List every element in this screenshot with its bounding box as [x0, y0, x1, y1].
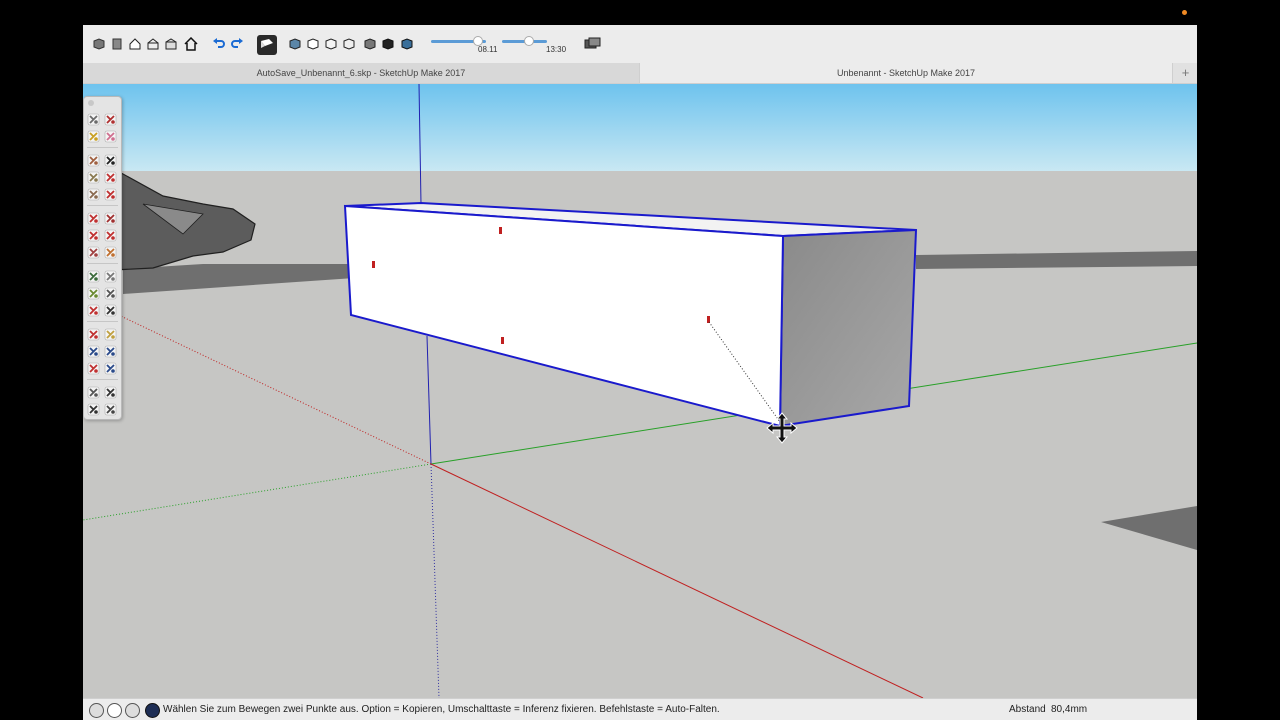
offset-icon[interactable] — [104, 246, 117, 259]
palette-separator — [87, 263, 118, 264]
undo-icon[interactable] — [212, 37, 226, 51]
shadow-time-label: 13:30 — [546, 45, 567, 54]
house-2-icon[interactable] — [146, 37, 160, 51]
freehand-icon[interactable] — [104, 188, 117, 201]
tab-autosave[interactable]: AutoSave_Unbenannt_6.skp - SketchUp Make… — [83, 63, 640, 83]
components-icon[interactable] — [92, 37, 106, 51]
tape-measure-icon[interactable] — [87, 270, 100, 283]
scene[interactable] — [83, 84, 1197, 698]
tab-unbenannt[interactable]: Unbenannt - SketchUp Make 2017 — [640, 63, 1172, 83]
push-pull-icon[interactable] — [104, 212, 117, 225]
position-camera-icon[interactable] — [87, 386, 100, 399]
section-plane-icon[interactable] — [104, 403, 117, 416]
move-icon[interactable] — [87, 212, 100, 225]
inference-marker — [499, 227, 502, 234]
shadow-time-knob[interactable] — [524, 36, 534, 46]
shadow-date-label: 08.11 — [478, 45, 498, 54]
axes-icon[interactable] — [87, 304, 100, 317]
follow-me-icon[interactable] — [104, 229, 117, 242]
redo-icon[interactable] — [230, 37, 244, 51]
shadows-toggle-icon[interactable] — [584, 37, 602, 51]
document-tabs: AutoSave_Unbenannt_6.skp - SketchUp Make… — [83, 63, 1197, 84]
left-view-icon[interactable] — [381, 37, 395, 51]
status-message: Wählen Sie zum Bewegen zwei Punkte aus. … — [163, 704, 720, 715]
zoom-icon[interactable] — [87, 345, 100, 358]
home-icon[interactable] — [184, 37, 198, 51]
line-icon[interactable] — [104, 154, 117, 167]
inference-marker — [501, 337, 504, 344]
3d-text-icon[interactable] — [104, 304, 117, 317]
inference-marker — [372, 261, 375, 268]
protractor-icon[interactable] — [87, 287, 100, 300]
zoom-extents-icon[interactable] — [87, 362, 100, 375]
dimension-icon[interactable] — [104, 270, 117, 283]
measurement-input[interactable]: 80,4mm — [1051, 704, 1087, 715]
rectangle-icon[interactable] — [87, 154, 100, 167]
house-3-icon[interactable] — [164, 37, 178, 51]
arc-icon[interactable] — [104, 171, 117, 184]
iso-view-icon[interactable] — [288, 37, 302, 51]
notification-dot — [1182, 10, 1187, 15]
palette-separator — [87, 321, 118, 322]
sketchup-window: 08.11 13:30 AutoSave_Unbenannt_6.skp - S… — [83, 25, 1197, 720]
orbit-icon[interactable] — [87, 328, 100, 341]
instructor-icon[interactable] — [145, 703, 160, 718]
front-view-icon[interactable] — [324, 37, 338, 51]
sky — [83, 84, 1197, 171]
tool-palette — [83, 96, 122, 420]
top-view-icon[interactable] — [306, 37, 320, 51]
select-icon[interactable] — [87, 113, 100, 126]
eraser-icon[interactable] — [104, 130, 117, 143]
style-icon[interactable] — [257, 35, 277, 55]
make-component-icon[interactable] — [104, 113, 117, 126]
house-icon[interactable] — [128, 37, 142, 51]
back-view-icon[interactable] — [363, 37, 377, 51]
new-tab-button[interactable]: + — [1172, 63, 1197, 83]
bottom-view-icon[interactable] — [400, 37, 414, 51]
look-around-icon[interactable] — [87, 403, 100, 416]
box-side-face[interactable] — [778, 228, 918, 428]
paint-bucket-icon[interactable] — [87, 130, 100, 143]
geo-location-icon[interactable] — [89, 703, 104, 718]
zoom-window-icon[interactable] — [104, 345, 117, 358]
main-toolbar: 08.11 13:30 — [83, 25, 1197, 64]
polygon-icon[interactable] — [87, 188, 100, 201]
palette-separator — [87, 147, 118, 148]
materials-icon[interactable] — [110, 37, 124, 51]
user-icon[interactable] — [125, 703, 140, 718]
credits-icon[interactable] — [107, 703, 122, 718]
text-icon[interactable] — [104, 287, 117, 300]
palette-separator — [87, 205, 118, 206]
circle-icon[interactable] — [87, 171, 100, 184]
right-view-icon[interactable] — [342, 37, 356, 51]
measurement-label: Abstand — [1009, 704, 1046, 715]
previous-view-icon[interactable] — [104, 362, 117, 375]
palette-separator — [87, 379, 118, 380]
rotate-icon[interactable] — [87, 229, 100, 242]
status-bar: Wählen Sie zum Bewegen zwei Punkte aus. … — [83, 698, 1197, 720]
pan-icon[interactable] — [104, 328, 117, 341]
walk-icon[interactable] — [104, 386, 117, 399]
palette-close-button[interactable] — [88, 100, 94, 106]
model-viewport[interactable] — [83, 84, 1197, 698]
scale-icon[interactable] — [87, 246, 100, 259]
